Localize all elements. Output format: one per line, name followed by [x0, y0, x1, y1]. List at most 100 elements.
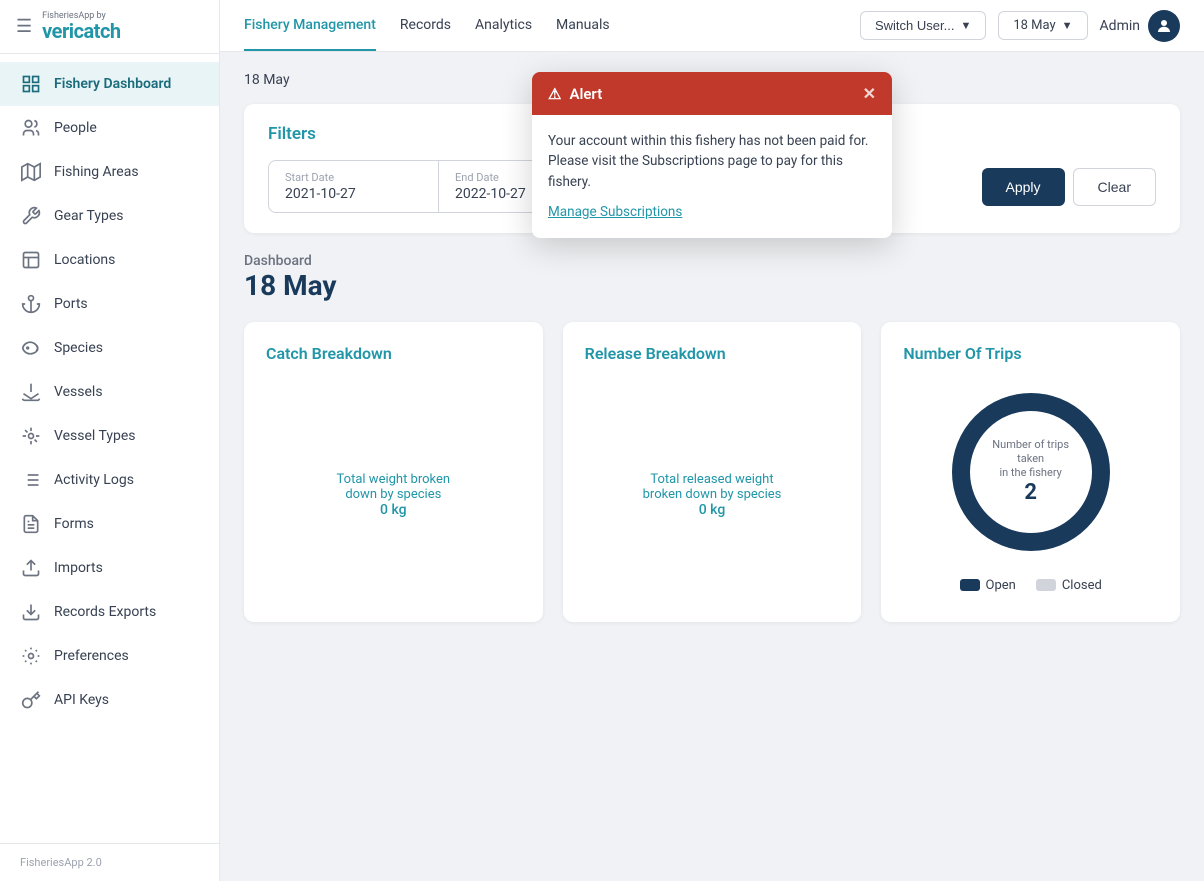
topnav-link-analytics[interactable]: Analytics [475, 1, 532, 51]
start-date-field[interactable]: Start Date 2021-10-27 [269, 161, 439, 212]
sidebar-item-label: Forms [54, 516, 94, 532]
donut-label: Number of trips taken in the fishery [986, 438, 1076, 481]
sidebar-item-ports[interactable]: Ports [0, 282, 219, 326]
admin-section: Admin [1100, 10, 1180, 42]
apply-button[interactable]: Apply [982, 168, 1065, 206]
sidebar-item-fishery-dashboard[interactable]: Fishery Dashboard [0, 62, 219, 106]
open-legend-label: Open [986, 578, 1016, 593]
main-content: Fishery Management Records Analytics Manual… [220, 0, 1204, 881]
date-label: 18 May [1013, 18, 1055, 33]
sidebar-item-label: Imports [54, 560, 103, 576]
fish-icon [20, 337, 42, 359]
sidebar-item-vessels[interactable]: Vessels [0, 370, 219, 414]
number-of-trips-content: Number of trips taken in the fishery 2 O… [903, 379, 1158, 595]
vessel-type-icon [20, 425, 42, 447]
vessel-icon [20, 381, 42, 403]
cards-row: Catch Breakdown Total weight broken down… [244, 322, 1180, 622]
export-icon [20, 601, 42, 623]
switch-user-button[interactable]: Switch User... ▼ [860, 11, 986, 40]
sidebar-item-label: People [54, 120, 97, 136]
gear-icon [20, 645, 42, 667]
top-nav: Fishery Management Records Analytics Manual… [220, 0, 1204, 52]
wrench-icon [20, 205, 42, 227]
sidebar-item-label: Locations [54, 252, 115, 268]
sidebar-header: ☰ FisheriesApp by vericatch [0, 0, 219, 54]
sidebar: ☰ FisheriesApp by vericatch Fishery Dash… [0, 0, 220, 881]
legend-closed: Closed [1036, 578, 1102, 593]
date-selector[interactable]: 18 May ▼ [998, 11, 1087, 40]
anchor-icon [20, 293, 42, 315]
sidebar-item-fishing-areas[interactable]: Fishing Areas [0, 150, 219, 194]
alert-close-button[interactable]: ✕ [863, 84, 876, 103]
clear-button[interactable]: Clear [1073, 168, 1156, 206]
list-icon [20, 469, 42, 491]
catch-breakdown-card: Catch Breakdown Total weight broken down… [244, 322, 543, 622]
sidebar-item-label: API Keys [54, 692, 109, 708]
donut-value: 2 [986, 480, 1076, 505]
start-date-label: Start Date [285, 171, 422, 184]
alert-header-left: ⚠ Alert [548, 85, 602, 103]
donut-chart: Number of trips taken in the fishery 2 [941, 382, 1121, 562]
switch-user-label: Switch User... [875, 18, 954, 33]
catch-breakdown-value: 0 kg [380, 502, 407, 518]
catch-breakdown-empty: Total weight broken down by species 0 kg [266, 379, 521, 595]
alert-message: Your account within this fishery has not… [548, 133, 868, 190]
content-area: 18 May ⚠ Alert ✕ Your account within thi… [220, 52, 1204, 881]
alert-title: Alert [569, 85, 602, 103]
catch-breakdown-title: Catch Breakdown [266, 344, 521, 363]
sidebar-item-preferences[interactable]: Preferences [0, 634, 219, 678]
sidebar-item-api-keys[interactable]: API Keys [0, 678, 219, 722]
donut-legend: Open Closed [960, 578, 1102, 593]
sidebar-item-label: Species [54, 340, 103, 356]
sidebar-item-label: Gear Types [54, 208, 124, 224]
sidebar-item-imports[interactable]: Imports [0, 546, 219, 590]
sidebar-footer: FisheriesApp 2.0 [0, 843, 219, 881]
dashboard-label: Dashboard [244, 253, 1180, 269]
release-breakdown-value: 0 kg [699, 502, 726, 518]
sidebar-item-label: Preferences [54, 648, 129, 664]
alert-modal: ⚠ Alert ✕ Your account within this fishe… [532, 72, 892, 238]
sidebar-item-records-exports[interactable]: Records Exports [0, 590, 219, 634]
nav-links: Fishery Management Records Analytics Manual… [244, 1, 836, 51]
form-icon [20, 513, 42, 535]
topnav-link-fishery-management[interactable]: Fishery Management [244, 1, 376, 51]
people-icon [20, 117, 42, 139]
chevron-down-icon: ▼ [960, 20, 971, 32]
map-icon [20, 161, 42, 183]
key-icon [20, 689, 42, 711]
avatar[interactable] [1148, 10, 1180, 42]
closed-legend-dot [1036, 579, 1056, 591]
release-breakdown-card: Release Breakdown Total released weight … [563, 322, 862, 622]
topnav-link-manuals[interactable]: Manuals [556, 1, 610, 51]
sidebar-item-species[interactable]: Species [0, 326, 219, 370]
catch-breakdown-label: Total weight broken down by species [337, 472, 451, 502]
sidebar-item-people[interactable]: People [0, 106, 219, 150]
closed-legend-label: Closed [1062, 578, 1102, 593]
release-breakdown-empty: Total released weight broken down by spe… [585, 379, 840, 595]
filters-actions: Apply Clear [982, 168, 1157, 206]
open-legend-dot [960, 579, 980, 591]
sidebar-item-label: Fishery Dashboard [54, 76, 171, 92]
start-date-value: 2021-10-27 [285, 186, 422, 202]
manage-subscriptions-link[interactable]: Manage Subscriptions [548, 202, 876, 222]
sidebar-item-label: Records Exports [54, 604, 156, 620]
release-breakdown-title: Release Breakdown [585, 344, 840, 363]
sidebar-item-label: Activity Logs [54, 472, 134, 488]
topnav-link-records[interactable]: Records [400, 1, 451, 51]
sidebar-item-forms[interactable]: Forms [0, 502, 219, 546]
sidebar-item-locations[interactable]: Locations [0, 238, 219, 282]
import-icon [20, 557, 42, 579]
sidebar-item-activity-logs[interactable]: Activity Logs [0, 458, 219, 502]
legend-open: Open [960, 578, 1016, 593]
alert-header: ⚠ Alert ✕ [532, 72, 892, 115]
sidebar-item-label: Vessel Types [54, 428, 136, 444]
sidebar-nav: Fishery Dashboard People Fishing Areas G… [0, 54, 219, 843]
app-logo: FisheriesApp by vericatch [42, 12, 120, 41]
logo-main-text: vericatch [42, 21, 120, 41]
hamburger-icon[interactable]: ☰ [16, 16, 32, 37]
sidebar-item-label: Vessels [54, 384, 103, 400]
sidebar-item-gear-types[interactable]: Gear Types [0, 194, 219, 238]
release-breakdown-label: Total released weight broken down by spe… [643, 472, 782, 502]
topnav-right: Switch User... ▼ 18 May ▼ Admin [860, 10, 1180, 42]
sidebar-item-vessel-types[interactable]: Vessel Types [0, 414, 219, 458]
